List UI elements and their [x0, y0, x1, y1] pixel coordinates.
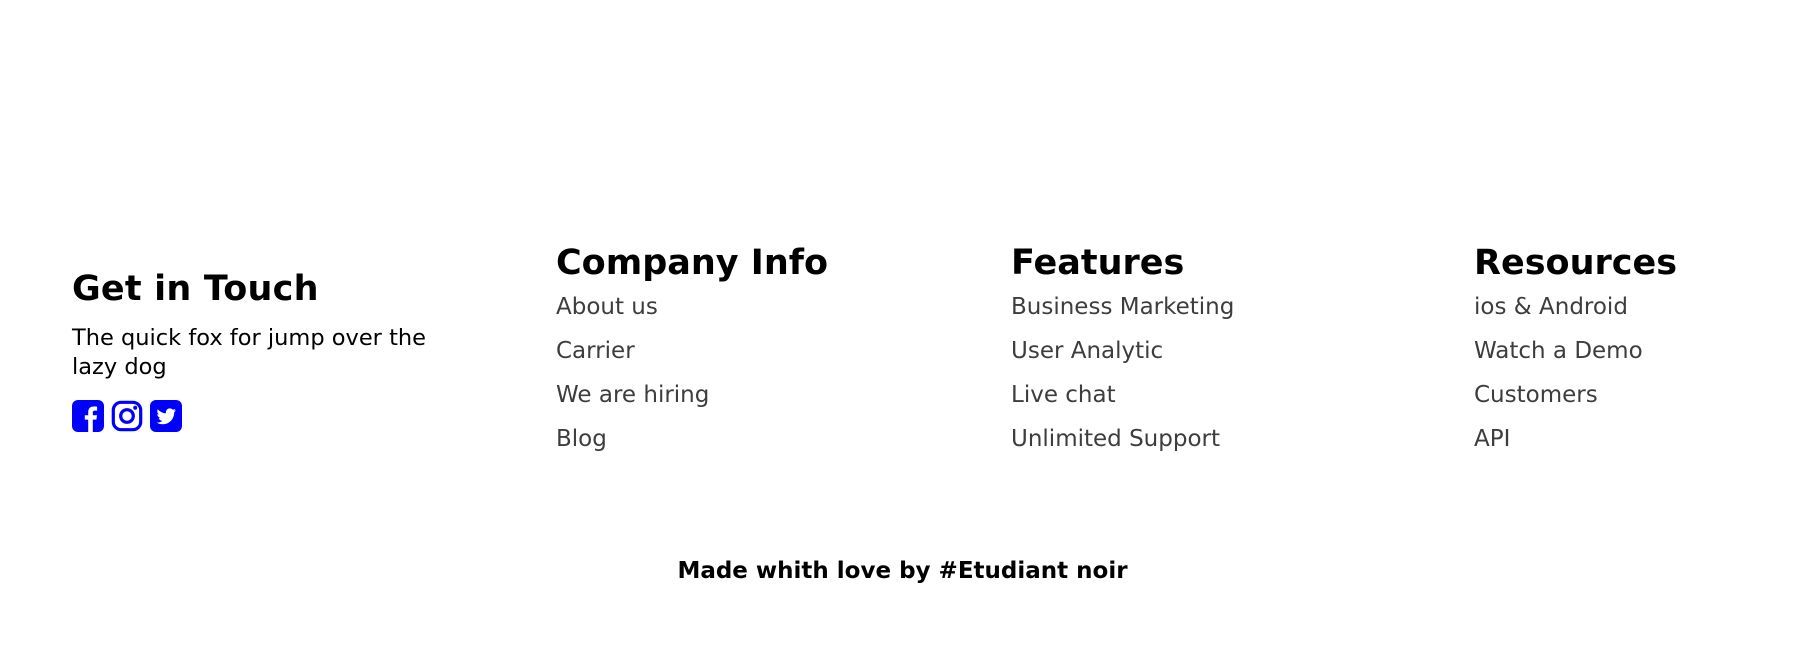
get-in-touch-heading: Get in Touch: [72, 269, 319, 309]
company-info-heading: Company Info: [556, 243, 829, 283]
link-unlimited-support[interactable]: Unlimited Support: [1011, 424, 1234, 454]
features-heading: Features: [1011, 243, 1185, 283]
link-watch-a-demo[interactable]: Watch a Demo: [1474, 336, 1677, 366]
facebook-icon[interactable]: [72, 400, 104, 432]
link-ios-android[interactable]: ios & Android: [1474, 292, 1677, 322]
link-user-analytic[interactable]: User Analytic: [1011, 336, 1234, 366]
get-in-touch-text: The quick fox for jump over the lazy dog: [72, 325, 427, 380]
resources-column: Resources ios & Android Watch a Demo Cus…: [1474, 242, 1677, 468]
social-links: [72, 400, 432, 432]
link-about-us[interactable]: About us: [556, 292, 828, 322]
link-carrier[interactable]: Carrier: [556, 336, 828, 366]
get-in-touch-section: Get in Touch The quick fox for jump over…: [72, 268, 432, 432]
resources-links: ios & Android Watch a Demo Customers API: [1474, 292, 1677, 454]
link-we-are-hiring[interactable]: We are hiring: [556, 380, 828, 410]
resources-heading: Resources: [1474, 243, 1678, 283]
link-blog[interactable]: Blog: [556, 424, 828, 454]
link-customers[interactable]: Customers: [1474, 380, 1677, 410]
company-info-column: Company Info About us Carrier We are hir…: [556, 242, 828, 468]
link-business-marketing[interactable]: Business Marketing: [1011, 292, 1234, 322]
features-links: Business Marketing User Analytic Live ch…: [1011, 292, 1234, 454]
instagram-icon[interactable]: [111, 400, 143, 432]
company-info-links: About us Carrier We are hiring Blog: [556, 292, 828, 454]
site-footer: Get in Touch The quick fox for jump over…: [0, 0, 1805, 649]
twitter-icon[interactable]: [150, 400, 182, 432]
link-live-chat[interactable]: Live chat: [1011, 380, 1234, 410]
features-column: Features Business Marketing User Analyti…: [1011, 242, 1234, 468]
footer-credits: Made whith love by #Etudiant noir: [677, 558, 1128, 584]
link-api[interactable]: API: [1474, 424, 1677, 454]
